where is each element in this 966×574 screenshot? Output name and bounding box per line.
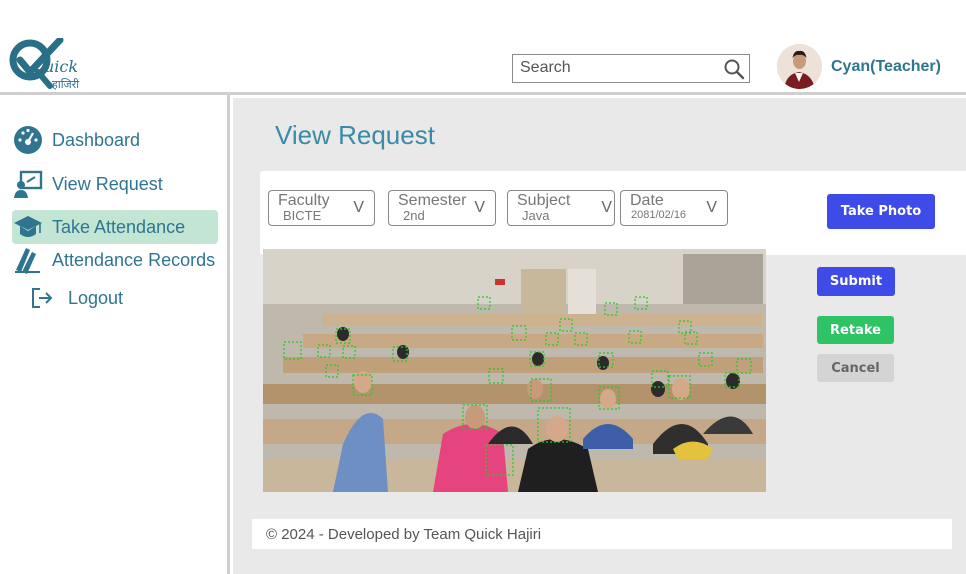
faculty-value: BICTE [283,208,322,223]
sidebar-item-label: View Request [52,173,163,194]
graduation-cap-icon [14,216,42,237]
logo-text: uick [44,57,79,76]
submit-button[interactable]: Submit [817,267,895,296]
sidebar-item-label: Take Attendance [52,216,186,237]
chevron-down-icon: V [601,199,612,216]
top-header: uick हाजिरी Cyan(Teacher) [0,0,966,95]
captured-classroom-photo [263,249,766,492]
sidebar-item-label: Logout [68,287,124,308]
footer-text: © 2024 - Developed by Team Quick Hajiri [266,526,542,543]
retake-button[interactable]: Retake [817,316,894,344]
books-icon [15,248,40,274]
person-avatar-icon [777,44,822,89]
chevron-down-icon: V [706,199,717,216]
cancel-button[interactable]: Cancel [817,354,894,382]
search-input[interactable] [513,55,713,81]
take-photo-button[interactable]: Take Photo [827,194,935,229]
semester-dropdown[interactable]: Semester 2nd V [388,190,496,226]
sidebar: Dashboard View Request Take Attendance A… [0,95,230,574]
sidebar-item-take-attendance[interactable]: Take Attendance [12,210,218,244]
chevron-down-icon: V [353,199,364,216]
page-title: View Request [275,120,435,150]
semester-value: 2nd [403,208,425,223]
user-screen-icon [14,170,43,198]
subject-dropdown[interactable]: Subject Java V [507,190,615,226]
sidebar-item-label: Attendance Records [52,249,216,270]
logout-icon [32,288,53,308]
sidebar-item-view-request[interactable]: View Request [12,167,163,201]
search-box[interactable] [512,54,750,83]
date-label: Date [630,192,664,209]
footer: © 2024 - Developed by Team Quick Hajiri [252,519,952,549]
classroom-image [263,249,766,492]
gauge-icon [14,126,42,154]
search-icon[interactable] [723,58,745,80]
chevron-down-icon: V [474,199,485,216]
main-content: View Request Faculty BICTE V Semester 2n… [233,98,966,574]
sidebar-item-logout[interactable]: Logout [30,281,123,315]
date-value: 2081/02/16 [631,209,687,221]
logo-subtext: हाजिरी [52,79,80,91]
sidebar-item-dashboard[interactable]: Dashboard [12,123,140,157]
sidebar-item-label: Dashboard [52,129,141,150]
date-dropdown[interactable]: Date 2081/02/16 V [620,190,728,226]
user-name[interactable]: Cyan(Teacher) [831,58,941,76]
subject-value: Java [522,208,550,223]
avatar[interactable] [777,44,822,89]
sidebar-item-attendance-records[interactable]: Attendance Records [12,243,215,277]
faculty-dropdown[interactable]: Faculty BICTE V [268,190,375,226]
